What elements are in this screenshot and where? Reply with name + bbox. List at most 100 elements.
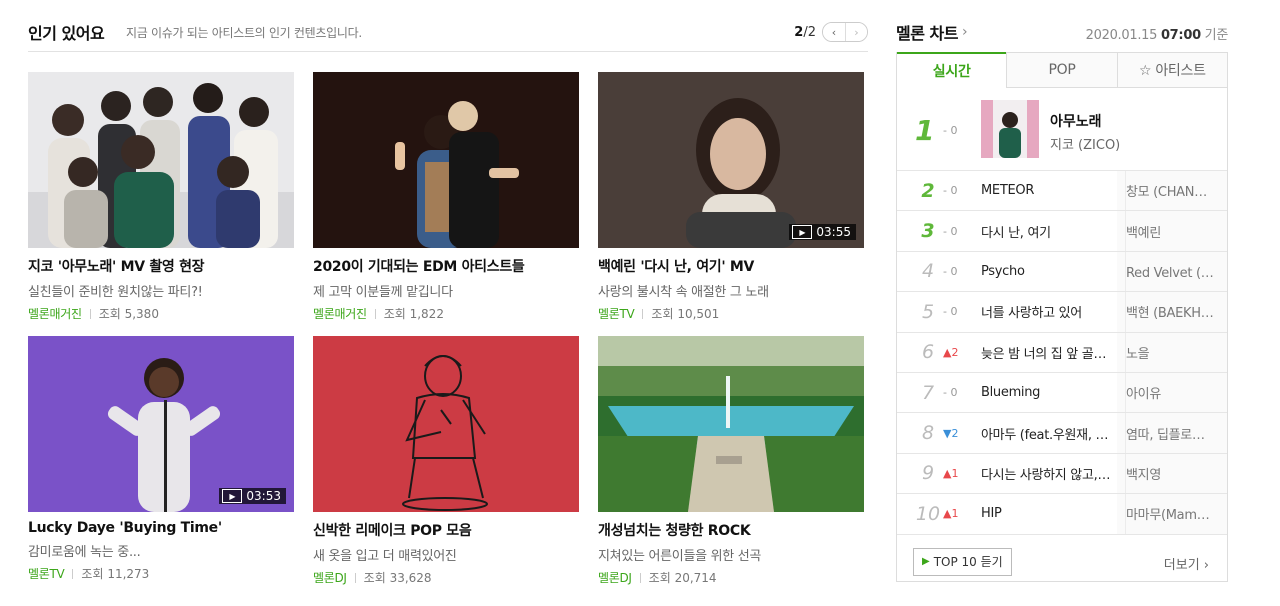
song-title[interactable]: METEOR [973,183,1113,198]
chart-timestamp: 2020.01.15 07:00 기준 [1085,28,1229,43]
card-subtitle: 실친들이 준비한 원치않는 파티?! [28,285,203,300]
card-title[interactable]: 신박한 리메이크 POP 모음 [313,520,579,540]
meta-divider [89,308,91,319]
artist-name[interactable]: 백예린 [1125,211,1215,251]
next-page-button[interactable]: › [845,23,867,41]
card-thumbnail[interactable]: ▶ 03:53 [28,336,294,512]
tab-realtime[interactable]: 실시간 [897,52,1007,88]
chart-title[interactable]: 멜론 차트 › [896,20,968,44]
card-meta: 멜론DJ 조회 20,714 [598,569,864,586]
rank-change: ▲1 [943,507,959,521]
card-source[interactable]: 멜론DJ [598,569,632,586]
song-title[interactable]: 아마두 (feat.우원재, 김효은, 넉살, Huckleberry P) [973,424,1113,443]
song-title[interactable]: Blueming [973,385,1113,400]
rank-change: - 0 [943,264,958,278]
rank-number: 9 [921,462,935,485]
song-title[interactable]: Psycho [973,264,1113,279]
chart-row[interactable]: 9 ▲1 다시는 사랑하지 않고, 이별에 아파하기 싫어 백지영 [897,453,1227,495]
chart-row[interactable]: 6 ▲2 늦은 밤 너의 집 앞 골목길에서 노을 [897,332,1227,373]
card-thumbnail[interactable] [313,336,579,512]
pager-buttons: ‹ › [822,22,868,42]
card-source[interactable]: 멜론TV [28,565,65,582]
chart-footer: ▶ TOP 10 듣기 더보기 › [897,535,1227,587]
chart-header: 멜론 차트 › 2020.01.15 07:00 기준 [896,14,1228,52]
card-meta: 멜론TV 조회 10,501 [598,305,864,322]
card-thumbnail[interactable]: ▶ 03:55 [598,72,864,248]
play-icon: ▶ [222,489,243,503]
song-title[interactable]: HIP [973,506,1113,521]
song-title[interactable]: 다시 난, 여기 [973,222,1113,241]
pager-count: 2/2 [794,24,816,40]
song-title[interactable]: 늦은 밤 너의 집 앞 골목길에서 [973,343,1113,362]
chart-list: 2 - 0 METEOR 창모 (CHANGMO) 3 - 0 다시 난, 여기 백예린 4 - … [897,171,1227,535]
chevron-right-icon: › [961,24,968,40]
artist-name[interactable]: Red Velvet (레드벨벳) [1125,251,1215,292]
content-card[interactable]: 2020이 기대되는 EDM 아티스트들 제 고막 이분들께 맡깁니다 멜론매거… [313,72,579,322]
tab-artist[interactable]: ☆ 아티스트 [1116,52,1227,88]
rank-number: 6 [921,341,935,364]
chart-row[interactable]: 3 - 0 다시 난, 여기 백예린 [897,211,1227,252]
rank-number: 8 [921,422,935,445]
card-thumbnail[interactable] [598,336,864,512]
meta-divider [72,568,74,579]
more-link[interactable]: 더보기 › [1164,554,1209,573]
chart-row[interactable]: 4 - 0 Psycho Red Velvet (레드벨벳) [897,251,1227,293]
card-views: 조회 20,714 [648,571,717,585]
content-card[interactable]: 지코 '아무노래' MV 촬영 현장 실친들이 준비한 원치않는 파티?! 멜론… [28,72,294,322]
rank-change: ▲1 [943,466,959,480]
play-top10-button[interactable]: ▶ TOP 10 듣기 [913,547,1012,576]
play-icon: ▶ [922,556,930,568]
card-views: 조회 1,822 [383,307,444,321]
artist-name[interactable]: 창모 (CHANGMO) [1125,171,1215,211]
rank-change: ▼2 [943,426,959,440]
prev-page-button[interactable]: ‹ [823,23,845,41]
artist-name[interactable]: 마마무(Mamamoo) [1125,494,1215,534]
card-source[interactable]: 멜론매거진 [313,305,367,322]
artist-name[interactable]: 노을 [1125,332,1215,372]
card-title[interactable]: 백예린 '다시 난, 여기' MV [598,256,864,276]
card-title[interactable]: 지코 '아무노래' MV 촬영 현장 [28,256,294,276]
card-thumbnail[interactable] [28,72,294,248]
popular-pager: 2/2 ‹ › [794,22,868,42]
card-subtitle: 지쳐있는 어른이들을 위한 선곡 [598,549,762,564]
artist-name[interactable]: 염따, 딥플로우, 팔로알토 [1125,413,1215,453]
artist-name[interactable]: 백지영 [1125,453,1215,494]
tab-pop[interactable]: POP [1006,52,1117,88]
content-card[interactable]: 신박한 리메이크 POP 모음 새 옷을 입고 더 매력있어진 멜론DJ 조회 … [313,336,579,586]
card-source[interactable]: 멜론TV [598,305,635,322]
artist-name[interactable]: 백현 (BAEKHYUN) [1125,292,1215,332]
card-subtitle: 감미로움에 녹는 중... [28,545,141,560]
artist-name[interactable]: 아이유 [1125,372,1215,413]
song-title[interactable]: 아무노래 [1050,111,1102,131]
card-views: 조회 10,501 [651,307,720,321]
card-title[interactable]: 개성넘치는 청량한 ROCK [598,520,864,540]
chart-row[interactable]: 10▲1 HIP 마마무(Mamamoo) [897,494,1227,535]
content-card[interactable]: ▶ 03:53 Lucky Daye 'Buying Time' 감미로움에 녹… [28,336,294,582]
video-duration: ▶ 03:55 [789,224,856,240]
card-title[interactable]: Lucky Daye 'Buying Time' [28,520,294,536]
card-meta: 멜론DJ 조회 33,628 [313,569,579,586]
card-source[interactable]: 멜론매거진 [28,305,82,322]
chart-row[interactable]: 8 ▼2 아마두 (feat.우원재, 김효은, 넉살, Huckleberry P… [897,413,1227,454]
card-subtitle: 새 옷을 입고 더 매력있어진 [313,549,457,564]
album-art[interactable] [981,100,1039,158]
rank-number: 5 [921,300,935,323]
song-title[interactable]: 너를 사랑하고 있어 [973,302,1113,321]
card-thumbnail[interactable] [313,72,579,248]
chart-row-top[interactable]: 1 - 0 아무노래 지코 (ZICO) [897,88,1227,171]
rank-change: - 0 [943,305,958,319]
chart-row[interactable]: 2 - 0 METEOR 창모 (CHANGMO) [897,171,1227,212]
card-source[interactable]: 멜론DJ [313,569,347,586]
chart-row[interactable]: 5 - 0 너를 사랑하고 있어 백현 (BAEKHYUN) [897,292,1227,333]
card-meta: 멜론매거진 조회 5,380 [28,305,294,322]
song-title[interactable]: 다시는 사랑하지 않고, 이별에 아파하기 싫어 [973,464,1113,483]
rank-change: - 0 [943,184,958,198]
content-card[interactable]: ▶ 03:55 백예린 '다시 난, 여기' MV 사랑의 불시착 속 애절한 … [598,72,864,322]
card-meta: 멜론매거진 조회 1,822 [313,305,579,322]
chart-row[interactable]: 7 - 0 Blueming 아이유 [897,372,1227,414]
meta-divider [354,572,356,583]
card-title[interactable]: 2020이 기대되는 EDM 아티스트들 [313,256,579,276]
artist-name[interactable]: 지코 (ZICO) [1050,134,1120,153]
popular-section: 인기 있어요 지금 이슈가 되는 아티스트의 인기 컨텐츠입니다. 2/2 ‹ … [28,14,868,585]
content-card[interactable]: 개성넘치는 청량한 ROCK 지쳐있는 어른이들을 위한 선곡 멜론DJ 조회 … [598,336,864,586]
